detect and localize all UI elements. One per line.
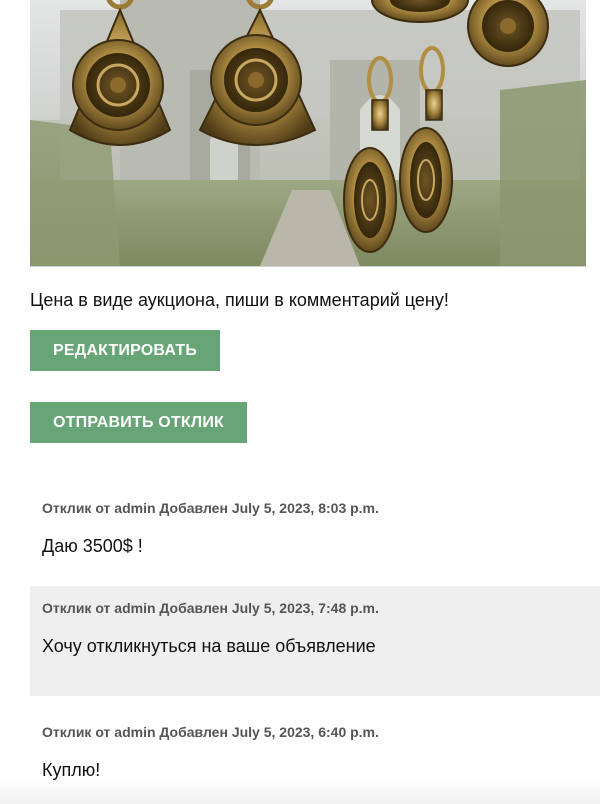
response-text: Даю 3500$ ! bbox=[42, 536, 143, 556]
response-added-label: Добавлен bbox=[159, 724, 228, 740]
response-author: admin bbox=[114, 500, 156, 516]
response-date: July 5, 2023, 7:48 p.m. bbox=[231, 600, 379, 616]
earrings-on-castle-image bbox=[30, 0, 586, 266]
response-meta: Отклик от admin Добавлен July 5, 2023, 8… bbox=[42, 500, 379, 516]
response-prefix: Отклик от bbox=[42, 500, 111, 516]
response-text: Хочу откликнуться на ваше объявление bbox=[42, 636, 376, 656]
response-date: July 5, 2023, 6:40 p.m. bbox=[231, 724, 379, 740]
listing-photo bbox=[30, 0, 586, 267]
response-date: July 5, 2023, 8:03 p.m. bbox=[231, 500, 379, 516]
send-response-button[interactable]: ОТПРАВИТЬ ОТКЛИК bbox=[30, 402, 247, 443]
listing-page: Цена в виде аукциона, пиши в комментарий… bbox=[0, 0, 600, 804]
response-meta: Отклик от admin Добавлен July 5, 2023, 7… bbox=[42, 600, 379, 616]
edit-button[interactable]: РЕДАКТИРОВАТЬ bbox=[30, 330, 220, 371]
response-item: Отклик от admin Добавлен July 5, 2023, 8… bbox=[30, 486, 600, 584]
response-item: Отклик от admin Добавлен July 5, 2023, 7… bbox=[30, 586, 600, 696]
response-meta: Отклик от admin Добавлен July 5, 2023, 6… bbox=[42, 724, 379, 740]
response-author: admin bbox=[114, 600, 156, 616]
response-prefix: Отклик от bbox=[42, 600, 111, 616]
response-prefix: Отклик от bbox=[42, 724, 111, 740]
response-text: Куплю! bbox=[42, 760, 101, 780]
response-added-label: Добавлен bbox=[159, 600, 228, 616]
response-added-label: Добавлен bbox=[159, 500, 228, 516]
listing-description: Цена в виде аукциона, пиши в комментарий… bbox=[30, 290, 449, 310]
response-item: Отклик от admin Добавлен July 5, 2023, 6… bbox=[30, 710, 600, 804]
response-author: admin bbox=[114, 724, 156, 740]
